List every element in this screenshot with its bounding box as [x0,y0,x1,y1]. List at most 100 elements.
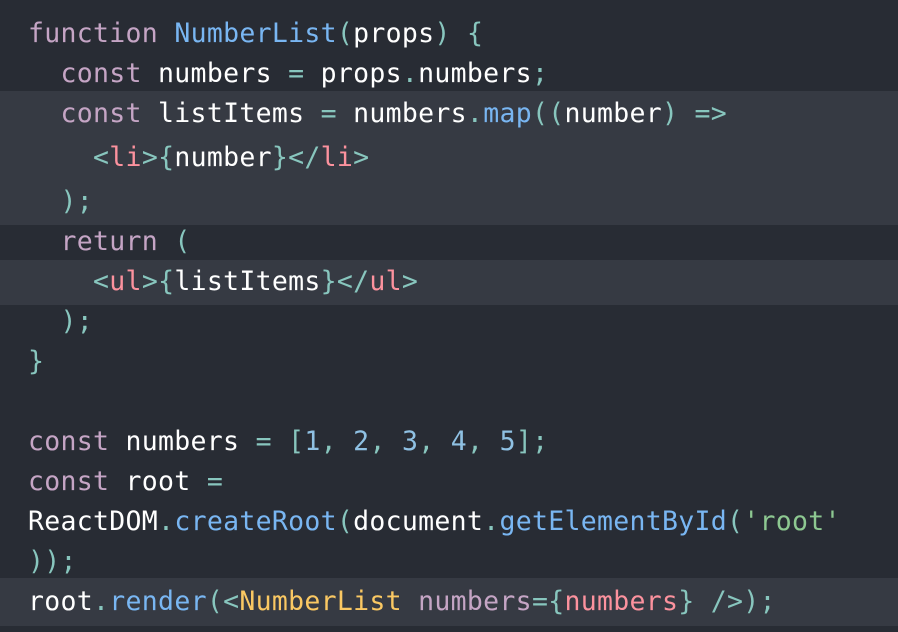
code-token: NumberList [174,18,337,49]
code-token: . [466,98,484,129]
code-token: document [353,506,484,537]
code-token: createRoot [174,506,337,537]
code-token: ( [727,506,744,537]
code-token: [ [288,426,305,457]
code-token: . [93,586,110,617]
code-line-12: const root = [28,462,223,502]
code-token: 2 [353,426,370,457]
code-token: const [28,466,110,497]
code-token: . [401,58,419,89]
code-token: ReactDOM [28,506,159,537]
code-token: ={ [531,586,565,617]
code-token: < [93,266,110,297]
code-token: ]; [515,426,549,457]
code-token: ; [531,58,549,89]
code-token: ) [662,98,679,129]
code-token: { [466,18,484,49]
code-token: NumberList [239,586,402,617]
code-line-4: <li>{number}</li> [28,138,369,178]
code-token: const [60,98,142,129]
code-token: 1 [304,426,321,457]
code-token: (< [206,586,240,617]
code-line-6: return ( [28,222,191,262]
code-token: ( [336,18,354,49]
code-token: > [401,266,419,297]
code-token: ( [336,506,354,537]
code-token: , [467,426,484,457]
code-token: numbers [418,58,532,89]
code-token: < [93,142,110,173]
code-token: >{ [141,266,175,297]
code-token: => [694,98,728,129]
code-token: listItems [174,266,321,297]
code-token: numbers [336,98,467,129]
code-token: function [28,18,159,49]
code-token: , [320,426,337,457]
code-token: = [288,58,305,89]
code-token: const [28,426,110,457]
code-token: number [174,142,272,173]
code-token: 3 [401,426,419,457]
code-line-3: const listItems = numbers.map((number) =… [28,94,727,134]
code-token: ); [60,186,94,217]
code-token: 5 [499,426,516,457]
code-token: const [60,58,142,89]
code-token: , [369,426,386,457]
code-token: = [206,466,224,497]
code-token: root [28,586,94,617]
code-line-11: const numbers = [1, 2, 3, 4, 5]; [28,422,548,462]
code-token: . [483,506,500,537]
code-token: li [320,142,354,173]
code-token: render [109,586,207,617]
code-token: (( [531,98,565,129]
code-token: 4 [450,426,468,457]
code-token: props [353,18,435,49]
code-line-7: <ul>{listItems}</ul> [28,262,418,302]
code-line-2: const numbers = props.numbers; [28,54,548,94]
code-token: ); [60,306,94,337]
code-line-9: } [28,342,44,382]
code-token: root [109,466,207,497]
code-token: numbers [418,586,532,617]
code-line-1: function NumberList(props) { [28,14,483,54]
code-token: = [320,98,337,129]
code-editor: function NumberList(props) { const numbe… [0,0,898,632]
code-line-13: ReactDOM.createRoot(document.getElementB… [28,502,841,542]
code-token: return [60,226,159,257]
code-token: }</ [271,142,321,173]
code-token: getElementById [499,506,727,537]
code-token: map [483,98,532,129]
code-token: props [304,58,402,89]
code-token: numbers [141,58,289,89]
code-line-14: )); [28,542,77,582]
code-token: }</ [320,266,370,297]
code-token: >{ [141,142,175,173]
code-token: numbers [564,586,679,617]
code-token: 'root' [743,506,841,537]
code-token: } [678,586,695,617]
code-token: listItems [141,98,321,129]
code-token: } [28,346,45,377]
code-token: = [255,426,272,457]
code-token: ) [434,18,451,49]
code-line-5: ); [28,182,93,222]
code-token: />); [710,586,776,617]
code-token: ul [369,266,402,297]
code-line-8: ); [28,302,93,342]
code-token: li [109,142,142,173]
